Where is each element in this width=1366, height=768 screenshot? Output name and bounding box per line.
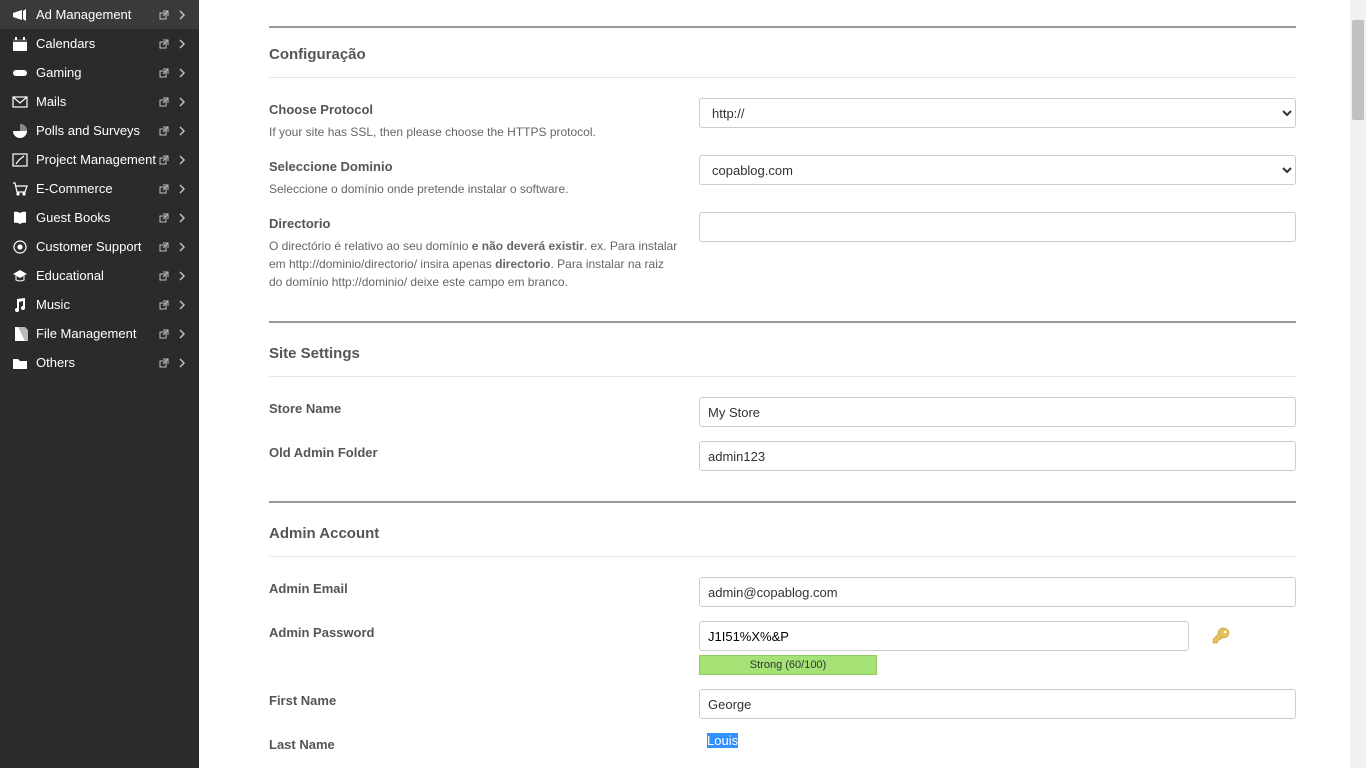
- chevron-right-icon: [175, 155, 189, 165]
- sidebar-item-music[interactable]: Music: [0, 290, 199, 319]
- sidebar-item-calendars[interactable]: Calendars: [0, 29, 199, 58]
- sidebar-item-label: Polls and Surveys: [36, 123, 157, 138]
- directory-input[interactable]: [699, 212, 1296, 242]
- chevron-right-icon: [175, 39, 189, 49]
- sidebar-item-label: Calendars: [36, 36, 157, 51]
- external-link-icon: [157, 271, 171, 281]
- calendar-icon: [10, 36, 30, 52]
- mail-icon: [10, 94, 30, 110]
- sidebar-item-educational[interactable]: Educational: [0, 261, 199, 290]
- sidebar-item-file-management[interactable]: File Management: [0, 319, 199, 348]
- chevron-right-icon: [175, 213, 189, 223]
- domain-help: Seleccione o domínio onde pretende insta…: [269, 180, 679, 198]
- chevron-right-icon: [175, 358, 189, 368]
- megaphone-icon: [10, 7, 30, 23]
- sidebar: Ad Management Calendars Gaming Mails Pol…: [0, 0, 199, 768]
- chevron-right-icon: [175, 68, 189, 78]
- directory-label: Directorio: [269, 216, 679, 231]
- sidebar-item-mails[interactable]: Mails: [0, 87, 199, 116]
- external-link-icon: [157, 126, 171, 136]
- scrollbar-thumb[interactable]: [1352, 20, 1364, 120]
- divider: [269, 26, 1296, 28]
- external-link-icon: [157, 97, 171, 107]
- sidebar-item-label: Mails: [36, 94, 157, 109]
- last-name-input[interactable]: Louis: [699, 733, 746, 748]
- store-name-label: Store Name: [269, 401, 679, 416]
- sidebar-item-ad-management[interactable]: Ad Management: [0, 0, 199, 29]
- admin-folder-input[interactable]: [699, 441, 1296, 471]
- gamepad-icon: [10, 65, 30, 81]
- directory-help: O directório é relativo ao seu domínio e…: [269, 237, 679, 291]
- external-link-icon: [157, 10, 171, 20]
- first-name-input[interactable]: [699, 689, 1296, 719]
- sidebar-item-label: E-Commerce: [36, 181, 157, 196]
- main-content: Configuração Choose Protocol If your sit…: [199, 0, 1366, 768]
- music-icon: [10, 297, 30, 313]
- last-name-value: Louis: [707, 733, 738, 748]
- book-icon: [10, 210, 30, 226]
- chevron-right-icon: [175, 10, 189, 20]
- sidebar-item-project-management[interactable]: Project Management: [0, 145, 199, 174]
- sidebar-item-label: Ad Management: [36, 7, 157, 22]
- project-icon: [10, 152, 30, 168]
- protocol-label: Choose Protocol: [269, 102, 679, 117]
- external-link-icon: [157, 329, 171, 339]
- sidebar-item-ecommerce[interactable]: E-Commerce: [0, 174, 199, 203]
- protocol-help: If your site has SSL, then please choose…: [269, 123, 679, 141]
- sidebar-item-customer-support[interactable]: Customer Support: [0, 232, 199, 261]
- store-name-input[interactable]: [699, 397, 1296, 427]
- chevron-right-icon: [175, 300, 189, 310]
- sidebar-item-label: Educational: [36, 268, 157, 283]
- external-link-icon: [157, 184, 171, 194]
- external-link-icon: [157, 39, 171, 49]
- file-icon: [10, 326, 30, 342]
- chevron-right-icon: [175, 126, 189, 136]
- sidebar-item-label: Guest Books: [36, 210, 157, 225]
- chevron-right-icon: [175, 184, 189, 194]
- admin-password-label: Admin Password: [269, 625, 679, 640]
- sidebar-item-label: File Management: [36, 326, 157, 341]
- domain-label: Seleccione Dominio: [269, 159, 679, 174]
- section-title-admin: Admin Account: [269, 501, 1296, 557]
- section-title-site: Site Settings: [269, 321, 1296, 377]
- folder-icon: [10, 355, 30, 371]
- graduation-cap-icon: [10, 268, 30, 284]
- external-link-icon: [157, 242, 171, 252]
- sidebar-item-label: Gaming: [36, 65, 157, 80]
- domain-select[interactable]: copablog.com: [699, 155, 1296, 185]
- support-icon: [10, 239, 30, 255]
- sidebar-item-others[interactable]: Others: [0, 348, 199, 377]
- external-link-icon: [157, 358, 171, 368]
- cart-icon: [10, 181, 30, 197]
- chevron-right-icon: [175, 97, 189, 107]
- sidebar-item-guest-books[interactable]: Guest Books: [0, 203, 199, 232]
- chevron-right-icon: [175, 242, 189, 252]
- first-name-label: First Name: [269, 693, 679, 708]
- sidebar-item-label: Customer Support: [36, 239, 157, 254]
- admin-folder-label: Old Admin Folder: [269, 445, 679, 460]
- external-link-icon: [157, 155, 171, 165]
- sidebar-item-polls[interactable]: Polls and Surveys: [0, 116, 199, 145]
- admin-email-input[interactable]: [699, 577, 1296, 607]
- external-link-icon: [157, 68, 171, 78]
- generate-password-icon[interactable]: [1211, 626, 1231, 646]
- admin-password-input[interactable]: [699, 621, 1189, 651]
- pie-chart-icon: [10, 123, 30, 139]
- sidebar-item-label: Project Management: [36, 152, 157, 167]
- external-link-icon: [157, 213, 171, 223]
- external-link-icon: [157, 300, 171, 310]
- sidebar-item-gaming[interactable]: Gaming: [0, 58, 199, 87]
- last-name-label: Last Name: [269, 737, 679, 752]
- scrollbar[interactable]: [1350, 0, 1366, 768]
- chevron-right-icon: [175, 329, 189, 339]
- section-title-config: Configuração: [269, 46, 1296, 78]
- sidebar-item-label: Others: [36, 355, 157, 370]
- admin-email-label: Admin Email: [269, 581, 679, 596]
- protocol-select[interactable]: http://: [699, 98, 1296, 128]
- password-strength-badge: Strong (60/100): [699, 655, 877, 675]
- chevron-right-icon: [175, 271, 189, 281]
- sidebar-item-label: Music: [36, 297, 157, 312]
